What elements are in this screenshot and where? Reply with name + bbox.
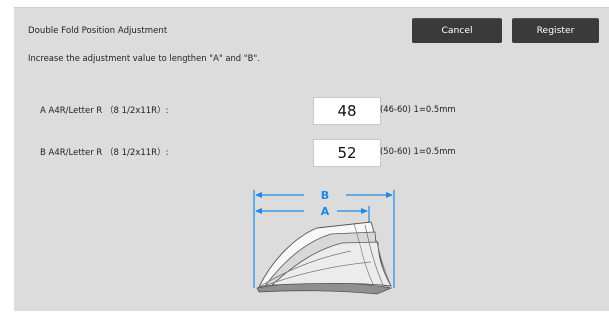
dimension-b-label: B <box>321 189 329 202</box>
instruction-text: Increase the adjustment value to lengthe… <box>28 53 260 63</box>
range-a-text: (46-60) 1=0.5mm <box>380 104 456 114</box>
b-left-arrowhead <box>255 192 262 198</box>
a-left-arrowhead <box>255 208 262 214</box>
value-b-field[interactable]: 52 <box>313 139 381 167</box>
row-b-label: B A4R/Letter R （8 1/2x11R）: <box>40 148 169 158</box>
dimension-a-label: A <box>321 205 330 218</box>
range-b-text: (50-60) 1=0.5mm <box>380 146 456 156</box>
folded-paper-illustration <box>256 221 393 295</box>
row-a-label: A A4R/Letter R （8 1/2x11R）: <box>40 106 169 116</box>
cancel-button[interactable]: Cancel <box>412 18 502 43</box>
page-title: Double Fold Position Adjustment <box>28 26 168 36</box>
register-button[interactable]: Register <box>512 18 599 43</box>
value-a-field[interactable]: 48 <box>313 97 381 125</box>
fold-position-diagram: B A <box>253 189 395 295</box>
a-right-arrowhead <box>361 208 368 214</box>
adjustment-panel: Double Fold Position Adjustment Cancel R… <box>14 7 609 311</box>
b-right-arrowhead <box>386 192 393 198</box>
